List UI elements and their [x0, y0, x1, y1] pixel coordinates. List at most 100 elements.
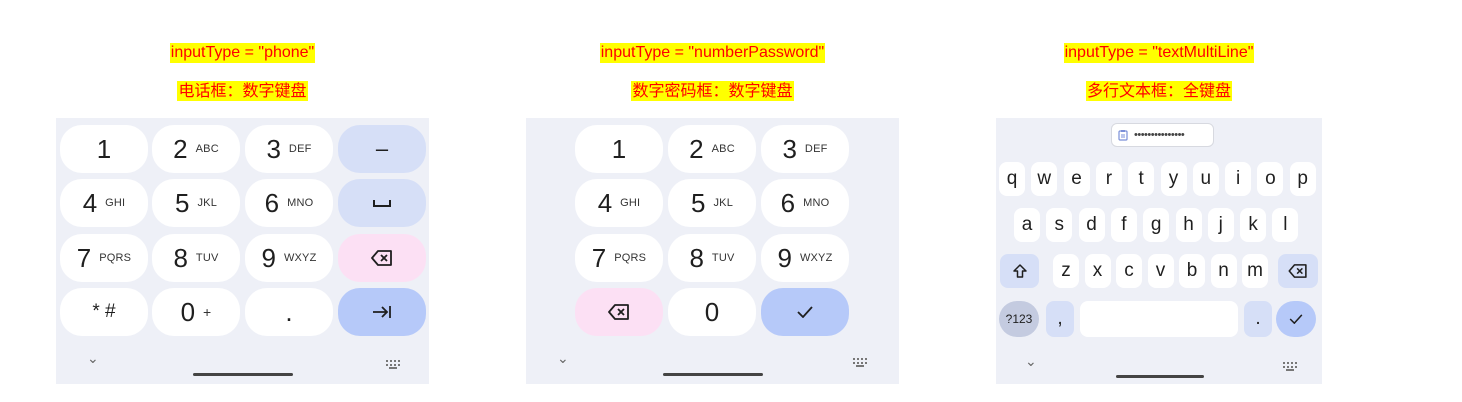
key-letter: v — [1155, 260, 1166, 281]
comma-key[interactable]: , — [1046, 301, 1074, 337]
key-3[interactable]: 3 DEF — [245, 125, 333, 173]
done-key[interactable] — [761, 288, 849, 336]
key-8[interactable]: 8 TUV — [668, 234, 756, 282]
key-6[interactable]: 6 MNO — [761, 179, 849, 227]
key-j[interactable]: j — [1207, 208, 1234, 242]
key-o[interactable]: o — [1257, 162, 1284, 196]
key-6[interactable]: 6 MNO — [245, 179, 333, 227]
clipboard-suggestion[interactable]: ••••••••••••••• — [1111, 123, 1214, 147]
keyboard-switch-icon[interactable] — [853, 358, 867, 367]
tab-key[interactable] — [338, 288, 426, 336]
keyboard-switch-icon[interactable] — [386, 360, 400, 369]
key-p[interactable]: p — [1289, 162, 1316, 196]
key-n[interactable]: n — [1210, 254, 1237, 288]
number-password-keyboard-panel: inputType = "numberPassword" 数字密码框：数字键盘 … — [526, 0, 899, 402]
key-star-hash[interactable]: * # — [60, 288, 148, 336]
backspace-key[interactable] — [575, 288, 663, 336]
key-8[interactable]: 8 TUV — [152, 234, 240, 282]
caption-description: 电话框：数字键盘 — [56, 81, 429, 101]
key-3[interactable]: 3 DEF — [761, 125, 849, 173]
key-letter: r — [1105, 168, 1113, 189]
chevron-down-icon[interactable]: ⌄ — [557, 350, 569, 367]
key-letters: ABC — [711, 143, 735, 155]
dash-key[interactable]: – — [338, 125, 426, 173]
key-letter: q — [1006, 168, 1018, 189]
key-letter: b — [1186, 260, 1198, 281]
key-0[interactable]: 0 + — [152, 288, 240, 336]
key-digit: 4 — [82, 187, 98, 218]
key-2[interactable]: 2 ABC — [152, 125, 240, 173]
key-digit: 7 — [76, 242, 92, 273]
key-digit: 4 — [597, 187, 613, 218]
key-7[interactable]: 7 PQRS — [575, 234, 663, 282]
chevron-down-icon[interactable]: ⌄ — [87, 350, 99, 367]
key-9[interactable]: 9 WXYZ — [245, 234, 333, 282]
key-g[interactable]: g — [1143, 208, 1170, 242]
symbols-key[interactable]: ?123 — [999, 301, 1039, 337]
key-letter: x — [1092, 260, 1103, 281]
spacebar[interactable] — [1080, 301, 1238, 337]
clipboard-text: ••••••••••••••• — [1134, 129, 1185, 141]
key-letters: MNO — [803, 197, 830, 209]
key-q[interactable]: q — [999, 162, 1025, 196]
enter-key[interactable] — [1276, 301, 1316, 337]
key-c[interactable]: c — [1116, 254, 1142, 288]
keyboard-switch-icon[interactable] — [1283, 362, 1297, 371]
caption-input-type-text: inputType = "phone" — [169, 43, 316, 63]
backspace-icon — [608, 304, 629, 320]
key-1[interactable]: 1 — [60, 125, 148, 173]
symbols-label: ?123 — [1005, 312, 1033, 326]
key-w[interactable]: w — [1031, 162, 1058, 196]
key-2[interactable]: 2 ABC — [668, 125, 756, 173]
key-5[interactable]: 5 JKL — [152, 179, 240, 227]
key-e[interactable]: e — [1063, 162, 1090, 196]
key-l[interactable]: l — [1272, 208, 1299, 242]
key-m[interactable]: m — [1242, 254, 1268, 288]
backspace-key[interactable] — [1278, 254, 1318, 288]
key-1[interactable]: 1 — [575, 125, 663, 173]
key-k[interactable]: k — [1240, 208, 1267, 242]
key-x[interactable]: x — [1084, 254, 1111, 288]
space-key[interactable] — [338, 179, 426, 227]
home-indicator — [1116, 375, 1204, 378]
key-b[interactable]: b — [1179, 254, 1205, 288]
key-period[interactable]: . — [245, 288, 333, 336]
key-d[interactable]: d — [1078, 208, 1105, 242]
key-4[interactable]: 4 GHI — [60, 179, 148, 227]
key-letters: GHI — [620, 197, 641, 209]
key-letter: o — [1265, 168, 1276, 189]
key-f[interactable]: f — [1110, 208, 1137, 242]
key-t[interactable]: t — [1128, 162, 1155, 196]
chevron-down-icon[interactable]: ⌄ — [1025, 353, 1037, 370]
key-9[interactable]: 9 WXYZ — [761, 234, 849, 282]
key-u[interactable]: u — [1192, 162, 1219, 196]
key-h[interactable]: h — [1175, 208, 1202, 242]
key-letter: f — [1121, 214, 1127, 235]
key-letters: JKL — [197, 197, 218, 209]
key-v[interactable]: v — [1147, 254, 1174, 288]
dash-glyph: – — [375, 136, 389, 161]
check-icon — [1289, 314, 1303, 324]
key-digit: 1 — [96, 133, 112, 164]
key-digit: * # — [92, 301, 116, 322]
key-r[interactable]: r — [1095, 162, 1122, 196]
key-y[interactable]: y — [1160, 162, 1187, 196]
key-s[interactable]: s — [1046, 208, 1073, 242]
shift-icon — [1012, 264, 1027, 278]
key-a[interactable]: a — [1014, 208, 1040, 242]
check-icon — [797, 306, 813, 318]
backspace-key[interactable] — [338, 234, 426, 282]
shift-key[interactable] — [1000, 254, 1039, 288]
key-i[interactable]: i — [1225, 162, 1252, 196]
key-digit: . — [285, 296, 293, 327]
key-7[interactable]: 7 PQRS — [60, 234, 148, 282]
key-letter: y — [1168, 168, 1179, 189]
key-4[interactable]: 4 GHI — [575, 179, 663, 227]
period-key[interactable]: . — [1244, 301, 1272, 337]
key-5[interactable]: 5 JKL — [668, 179, 756, 227]
key-z[interactable]: z — [1053, 254, 1079, 288]
home-indicator — [663, 373, 763, 376]
key-digit: 8 — [173, 242, 188, 273]
key-letter: w — [1037, 168, 1052, 189]
key-0[interactable]: 0 — [668, 288, 756, 336]
